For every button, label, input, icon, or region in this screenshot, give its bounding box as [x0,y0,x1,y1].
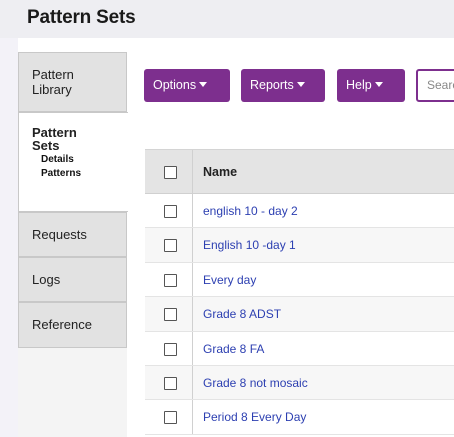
table-header: Name [145,149,454,194]
sidebar-subitem-patterns[interactable]: Patterns [32,167,128,181]
column-divider [192,228,193,262]
row-checkbox[interactable] [164,205,177,218]
column-divider [192,297,193,331]
caret-down-icon [296,82,305,88]
search-input[interactable]: Search [416,69,454,102]
sidebar-item-label: Pattern Sets [32,125,77,153]
row-checkbox[interactable] [164,376,177,390]
pattern-sets-table: Name english 10 - day 2 English 10 -day … [145,149,454,435]
pattern-set-link[interactable]: English 10 -day 1 [203,228,296,262]
sidebar-item-logs[interactable]: Logs [18,257,127,302]
column-divider [192,194,193,228]
pattern-set-link[interactable]: Period 8 Every Day [203,400,306,434]
column-divider [192,365,193,400]
title-bar: Pattern Sets [0,0,454,38]
pattern-set-link[interactable]: Grade 8 ADST [203,297,281,331]
sidebar-item-requests[interactable]: Requests [18,212,127,257]
row-checkbox[interactable] [164,308,177,322]
row-checkbox[interactable] [164,273,177,287]
options-button-label: Options [153,78,197,92]
help-button-label: Help [346,78,372,92]
select-all-checkbox[interactable] [164,166,177,179]
pattern-set-link[interactable]: Every day [203,263,256,297]
column-divider [192,262,193,297]
pattern-set-link[interactable]: english 10 - day 2 [203,194,298,228]
column-divider [192,150,193,193]
reports-menu-button[interactable]: Reports [241,69,325,102]
reports-button-label: Reports [250,78,294,92]
page-title: Pattern Sets [27,7,136,28]
pattern-set-link[interactable]: Grade 8 not mosaic [203,366,308,400]
caret-down-icon [374,82,383,88]
row-checkbox[interactable] [164,342,177,356]
table-row: English 10 -day 1 [145,228,454,263]
caret-down-icon [199,82,208,88]
table-row: english 10 - day 2 [145,194,454,229]
table-row: Grade 8 not mosaic [145,365,454,401]
table-row: Grade 8 ADST [145,297,454,332]
sidebar-subitem-details[interactable]: Details [32,153,128,167]
table-row: Grade 8 FA [145,331,454,366]
row-checkbox[interactable] [164,411,177,425]
column-header-name[interactable]: Name [203,150,237,195]
sidebar-item-label: Logs [32,272,61,287]
table-row: Period 8 Every Day [145,400,454,435]
pattern-set-link[interactable]: Grade 8 FA [203,332,264,366]
sidebar-item-label: Reference [32,317,92,332]
options-menu-button[interactable]: Options [144,69,230,102]
sidebar-item-pattern-library[interactable]: Pattern Library [18,52,127,112]
sidebar-item-label: Pattern Library [32,67,74,97]
column-divider [192,331,193,365]
row-checkbox[interactable] [164,239,177,253]
sidebar-item-reference[interactable]: Reference [18,302,127,348]
column-divider [192,400,193,434]
sidebar-nav: Pattern Library Pattern Sets Details Pat… [18,52,128,437]
sidebar-item-pattern-sets[interactable]: Pattern Sets Details Patterns [18,112,128,212]
help-menu-button[interactable]: Help [337,69,405,102]
search-placeholder: Search [427,78,454,92]
sidebar-item-label: Requests [32,227,87,242]
left-strip [0,38,18,437]
table-row: Every day [145,262,454,298]
